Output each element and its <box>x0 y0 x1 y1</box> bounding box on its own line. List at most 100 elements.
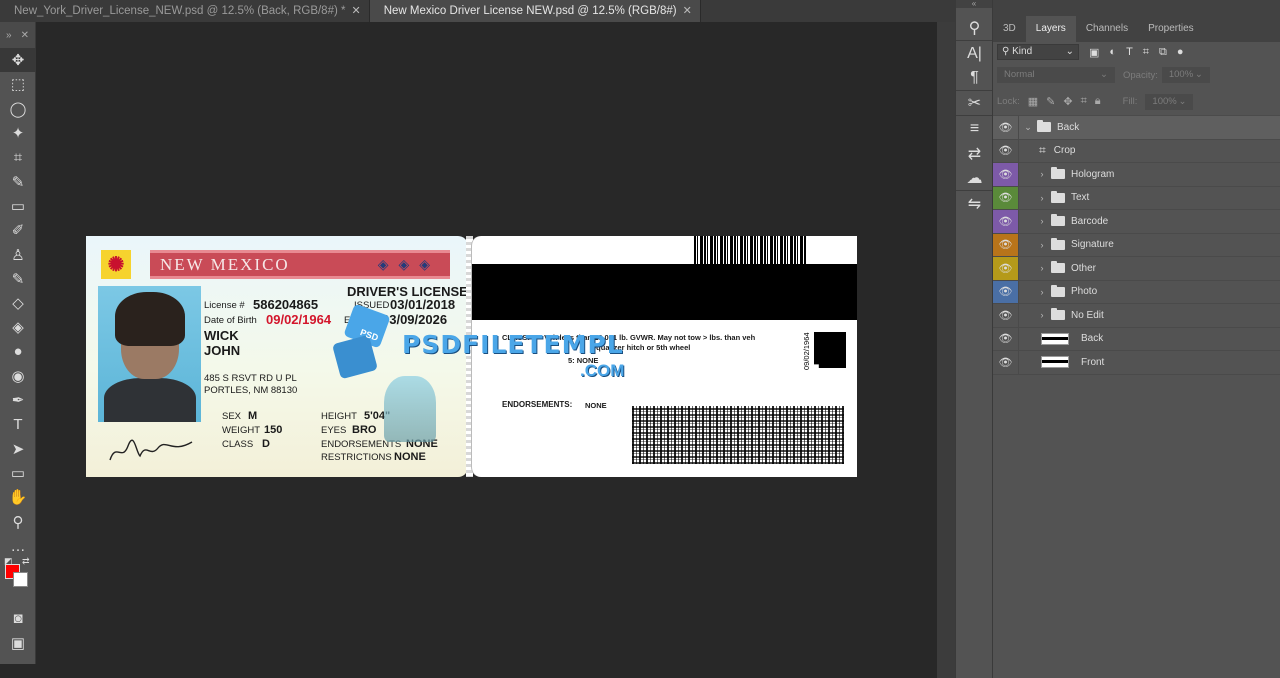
marquee-tool-icon[interactable]: ⬚ <box>0 72 36 96</box>
lock-artboard-icon[interactable]: ⌗ <box>1081 95 1087 108</box>
clone-stamp-tool-icon[interactable]: ♙ <box>0 242 36 266</box>
history-icon[interactable]: ⇋ <box>956 191 993 216</box>
visibility-eye-icon[interactable]: 👁︎ <box>993 257 1019 280</box>
eraser-tool-icon[interactable]: ◇ <box>0 291 36 315</box>
magic-wand-tool-icon[interactable]: ✦ <box>0 121 36 145</box>
folder-icon <box>1051 237 1065 250</box>
character-icon[interactable]: A| <box>956 41 993 66</box>
paragraph-icon[interactable]: ¶ <box>956 66 993 91</box>
chevron-right-icon[interactable]: › <box>1037 193 1047 203</box>
blend-mode-select[interactable]: Normal ⌄ <box>997 67 1115 83</box>
path-selection-tool-icon[interactable]: ➤ <box>0 437 36 461</box>
layer-row[interactable]: 👁︎ › Barcode <box>993 210 1280 234</box>
layer-row[interactable]: 👁︎ ⌄ Back <box>993 116 1280 140</box>
visibility-eye-icon[interactable]: 👁︎ <box>993 116 1019 139</box>
chevron-right-icon[interactable]: › <box>1037 287 1047 297</box>
visibility-eye-icon[interactable]: 👁︎ <box>993 163 1019 186</box>
blur-tool-icon[interactable]: ● <box>0 340 36 364</box>
visibility-eye-icon[interactable]: 👁︎ <box>993 233 1019 256</box>
layer-row[interactable]: 👁︎ › Photo <box>993 280 1280 304</box>
tab-channels[interactable]: Channels <box>1076 16 1138 42</box>
more-tools-icon[interactable]: … <box>0 534 36 558</box>
layer-row[interactable]: 👁︎ › No Edit <box>993 304 1280 328</box>
libraries-icon[interactable]: ☁ <box>956 166 993 191</box>
eyedropper-tool-icon[interactable]: ✎ <box>0 169 36 193</box>
adjustments-icon[interactable]: ⇄ <box>956 141 993 166</box>
layer-row[interactable]: 👁︎ › Text <box>993 186 1280 210</box>
hand-tool-icon[interactable]: ✋ <box>0 485 36 509</box>
layer-row[interactable]: 👁︎ Back <box>993 327 1280 351</box>
diamond-pattern-icon: ◈◈◈ <box>377 256 440 272</box>
kind-label: Kind <box>1012 46 1033 57</box>
layer-row[interactable]: 👁︎ › Other <box>993 257 1280 281</box>
layer-row[interactable]: 👁︎ ⌗ Crop <box>993 139 1280 163</box>
opacity-field[interactable]: 100% ⌄ <box>1161 67 1210 83</box>
tab-properties[interactable]: Properties <box>1138 16 1204 42</box>
move-tool-icon[interactable]: ✥ <box>0 48 36 73</box>
layer-thumbnail <box>1041 332 1069 345</box>
visibility-eye-icon[interactable]: 👁︎ <box>993 280 1019 303</box>
tab-new-mexico-license[interactable]: New Mexico Driver License NEW.psd @ 12.5… <box>369 0 701 22</box>
adjustment-filter-icon[interactable]: ◐ <box>1109 46 1116 58</box>
dodge-tool-icon[interactable]: ◉ <box>0 364 36 388</box>
zoom-tool-icon[interactable]: ⚲ <box>0 510 36 534</box>
smart-object-filter-icon[interactable]: ⧉ <box>1159 46 1167 59</box>
visibility-eye-icon[interactable]: 👁︎ <box>993 327 1019 350</box>
collapse-icon[interactable]: « <box>956 0 992 8</box>
healing-brush-tool-icon[interactable]: ▭ <box>0 194 36 218</box>
class-label: CLASS <box>222 439 254 450</box>
portrait-photo <box>98 286 201 422</box>
lock-all-icon[interactable]: 🔒︎ <box>1095 95 1101 108</box>
visibility-eye-icon[interactable]: 👁︎ <box>993 139 1019 162</box>
brush-settings-icon[interactable]: ≡ <box>956 116 993 141</box>
lock-pixels-icon[interactable]: ✎ <box>1046 95 1055 108</box>
type-tool-icon[interactable]: T <box>0 412 36 436</box>
fill-field[interactable]: 100% ⌄ <box>1145 93 1194 110</box>
layer-name: Signature <box>1071 239 1114 251</box>
tool-presets-icon[interactable]: ✂ <box>956 91 993 116</box>
address-line-2: PORTLES, NM 88130 <box>204 385 298 396</box>
pen-tool-icon[interactable]: ✒ <box>0 388 36 412</box>
clone-source-icon[interactable]: ⚲ <box>956 16 993 41</box>
filter-toggle-icon[interactable]: ● <box>1177 46 1184 58</box>
brush-tool-icon[interactable]: ✐ <box>0 218 36 242</box>
paint-bucket-tool-icon[interactable]: ◈ <box>0 315 36 339</box>
tab-3d[interactable]: 3D <box>993 16 1026 42</box>
tab-layers[interactable]: Layers <box>1025 16 1076 42</box>
chevron-right-icon[interactable]: › <box>1037 216 1047 226</box>
tab-new-york-license[interactable]: New_York_Driver_License_NEW.psd @ 12.5% … <box>0 0 370 22</box>
swap-colors-icon[interactable]: ⇄ <box>22 556 30 567</box>
chevron-right-icon[interactable]: › <box>1037 169 1047 179</box>
close-icon[interactable]: ✕ <box>351 0 360 22</box>
layer-row[interactable]: 👁︎ › Hologram <box>993 163 1280 187</box>
crop-tool-icon[interactable]: ⌗ <box>0 145 36 169</box>
lasso-tool-icon[interactable]: ◯ <box>0 97 36 121</box>
chevron-down-icon[interactable]: ⌄ <box>1023 122 1033 133</box>
layer-row[interactable]: 👁︎ Front <box>993 351 1280 375</box>
visibility-eye-icon[interactable]: 👁︎ <box>993 186 1019 209</box>
lock-position-icon[interactable]: ✥ <box>1063 95 1072 108</box>
kind-filter-select[interactable]: ⚲ Kind ⌄ <box>997 44 1079 60</box>
layer-row[interactable]: 👁︎ › Signature <box>993 233 1280 257</box>
toolbar-grip[interactable]: » ✕ <box>0 22 35 48</box>
rectangle-tool-icon[interactable]: ▭ <box>0 461 36 485</box>
quick-mask-icon[interactable]: ◙ <box>0 606 36 630</box>
lock-transparency-icon[interactable]: ▦ <box>1028 95 1038 108</box>
visibility-eye-icon[interactable]: 👁︎ <box>993 351 1019 374</box>
type-filter-icon[interactable]: T <box>1126 46 1133 58</box>
screen-mode-icon[interactable]: ▣ <box>0 631 36 655</box>
visibility-eye-icon[interactable]: 👁︎ <box>993 304 1019 327</box>
chevron-right-icon[interactable]: › <box>1037 240 1047 250</box>
chevron-right-icon[interactable]: › <box>1037 263 1047 273</box>
background-color-swatch[interactable] <box>13 572 28 588</box>
chevron-right-icon[interactable]: › <box>1037 310 1047 320</box>
lock-label: Lock: <box>997 96 1020 107</box>
folder-icon <box>1037 120 1051 133</box>
visibility-eye-icon[interactable]: 👁︎ <box>993 210 1019 233</box>
close-icon[interactable]: ✕ <box>683 0 692 22</box>
pixel-filter-icon[interactable]: ▣ <box>1089 46 1099 59</box>
history-brush-tool-icon[interactable]: ✎ <box>0 267 36 291</box>
layer-name: Crop <box>1053 145 1076 157</box>
shape-filter-icon[interactable]: ⌗ <box>1143 46 1149 59</box>
vertical-scrollbar[interactable] <box>937 22 955 678</box>
